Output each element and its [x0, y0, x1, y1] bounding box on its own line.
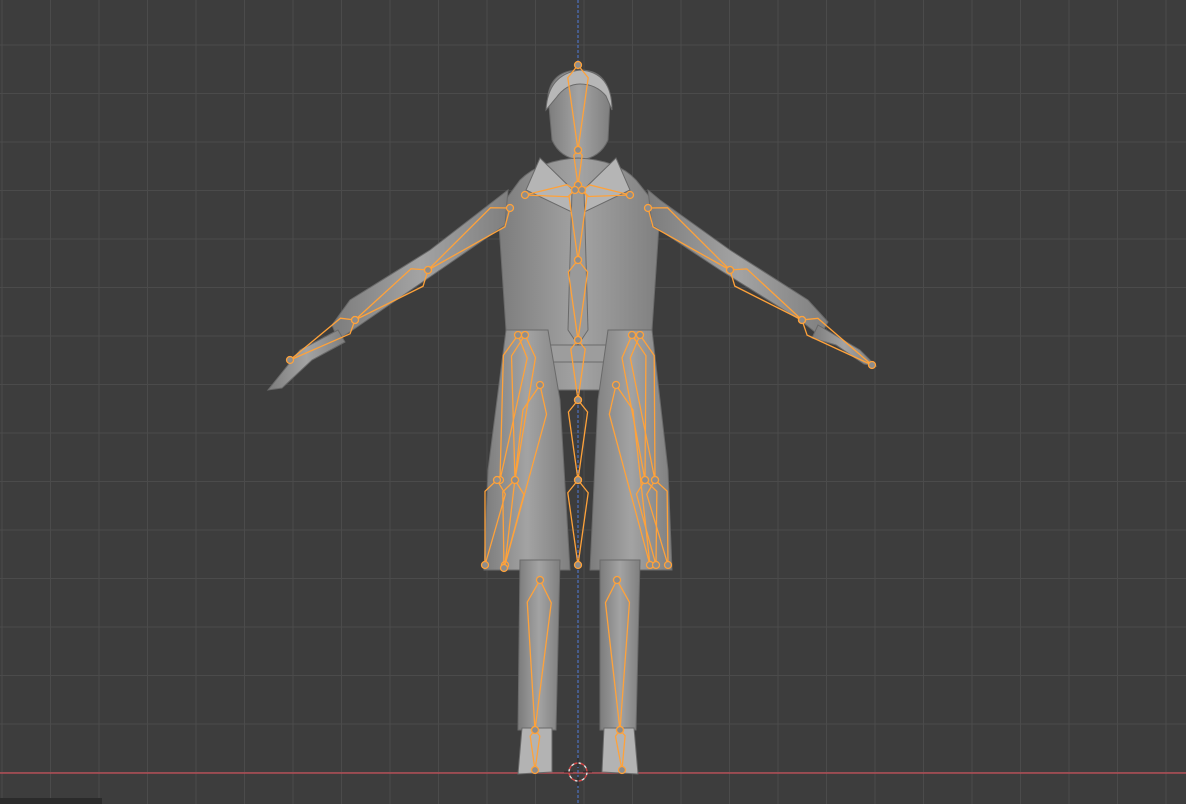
- bone-joint[interactable]: [505, 203, 515, 213]
- bone-joint[interactable]: [535, 575, 545, 585]
- bone-joint[interactable]: [640, 475, 650, 485]
- bone-joint[interactable]: [627, 330, 637, 340]
- bone-joint[interactable]: [651, 560, 661, 570]
- bone-joint[interactable]: [573, 395, 583, 405]
- left-hand-mesh: [266, 329, 346, 391]
- bone-joint[interactable]: [570, 185, 580, 195]
- left-leg-mesh: [517, 559, 561, 731]
- bone-joint[interactable]: [350, 315, 360, 325]
- body-mesh[interactable]: [266, 69, 878, 775]
- bone-joint[interactable]: [285, 355, 295, 365]
- bone-joint[interactable]: [617, 765, 627, 775]
- bone-joint[interactable]: [499, 563, 509, 573]
- bone-joint[interactable]: [635, 330, 645, 340]
- bone-joint[interactable]: [615, 725, 625, 735]
- bone-joint[interactable]: [573, 145, 583, 155]
- right-arm-mesh: [647, 188, 829, 337]
- bone-joint[interactable]: [530, 765, 540, 775]
- bone-joint[interactable]: [725, 265, 735, 275]
- bone-joint[interactable]: [573, 475, 583, 485]
- bone-joint[interactable]: [520, 190, 530, 200]
- bone-joint[interactable]: [510, 475, 520, 485]
- bone-joint[interactable]: [663, 560, 673, 570]
- 3d-viewport[interactable]: [0, 0, 1186, 804]
- bone-joint[interactable]: [535, 380, 545, 390]
- bone-joint[interactable]: [480, 560, 490, 570]
- armature[interactable]: [285, 60, 877, 775]
- corner-widget: [0, 798, 102, 804]
- bone-joint[interactable]: [611, 380, 621, 390]
- bone-joint[interactable]: [650, 475, 660, 485]
- bone-joint[interactable]: [492, 475, 502, 485]
- bone-joint[interactable]: [573, 560, 583, 570]
- bone-joint[interactable]: [573, 255, 583, 265]
- bone-joint[interactable]: [573, 335, 583, 345]
- bone-joint[interactable]: [797, 315, 807, 325]
- bone-joint[interactable]: [625, 190, 635, 200]
- bone-joint[interactable]: [423, 265, 433, 275]
- bone-joint[interactable]: [577, 185, 587, 195]
- bone-joint[interactable]: [520, 330, 530, 340]
- viewport-canvas[interactable]: [0, 0, 1186, 804]
- bone-joint[interactable]: [513, 330, 523, 340]
- bone-joint[interactable]: [612, 575, 622, 585]
- bone-joint[interactable]: [530, 725, 540, 735]
- bone-joint[interactable]: [867, 360, 877, 370]
- bone-joint[interactable]: [573, 60, 583, 70]
- bone-joint[interactable]: [643, 203, 653, 213]
